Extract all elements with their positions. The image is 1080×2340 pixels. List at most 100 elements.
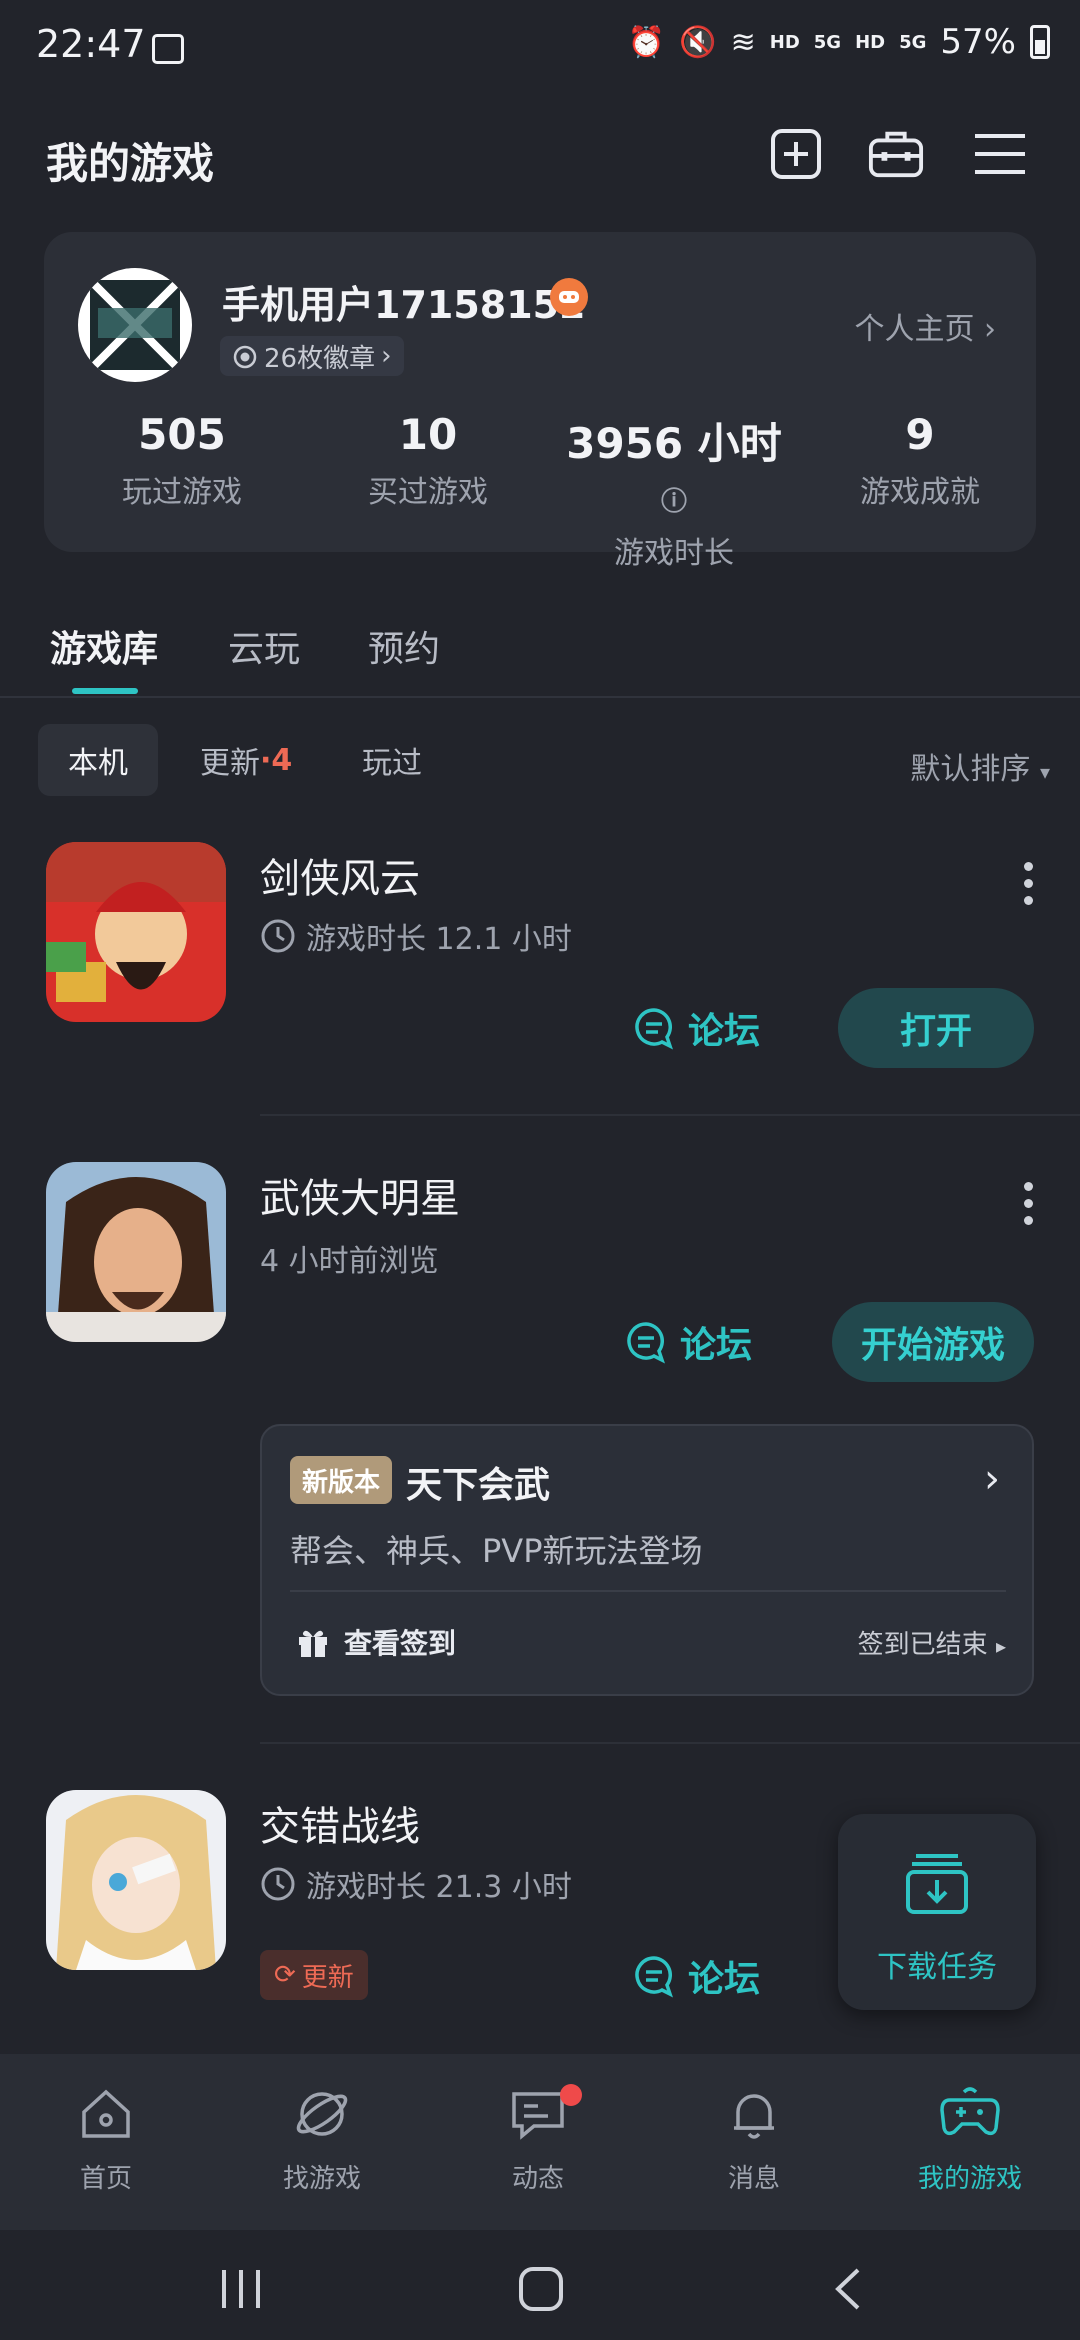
medals-label: 26枚徽章 [264, 343, 376, 374]
caret-right-icon: ▸ [995, 1634, 1006, 1658]
recent-apps-icon[interactable] [218, 2268, 264, 2310]
game-name[interactable]: 武侠大明星 [260, 1166, 460, 1224]
forum-label: 论坛 [680, 1325, 753, 1366]
download-icon [906, 1854, 968, 1914]
more-options-icon[interactable] [1024, 1182, 1034, 1233]
stat-played[interactable]: 505 玩过游戏 [62, 410, 302, 511]
nav-label: 首页 [79, 2164, 132, 2194]
page-title: 我的游戏 [46, 139, 215, 188]
forum-button[interactable]: 论坛 [632, 1950, 760, 2002]
tab-cloud[interactable]: 云玩 [228, 620, 300, 672]
5g-label-1: 5G [813, 31, 842, 53]
add-game-icon[interactable] [768, 126, 824, 182]
game-last-viewed: 4 小时前浏览 [260, 1236, 439, 1280]
stat-label: 买过游戏 [368, 475, 488, 510]
hd-label-2: HD [855, 31, 886, 53]
refresh-icon: ⟳ [274, 1960, 296, 1990]
clock-icon [261, 919, 295, 953]
update-count: ·4 [260, 742, 293, 778]
battery-percent: 57% [940, 22, 1016, 62]
open-game-button[interactable]: 打开 [838, 988, 1034, 1068]
chevron-right-icon: › [984, 312, 996, 347]
stat-bought[interactable]: 10 买过游戏 [308, 410, 548, 511]
nav-label: 我的游戏 [917, 2164, 1022, 2194]
nav-feed[interactable]: 动态 [448, 2084, 628, 2195]
status-time: 22:47 [36, 22, 146, 66]
start-game-button[interactable]: 开始游戏 [832, 1302, 1034, 1382]
tab-indicator [72, 688, 138, 694]
medal-icon [233, 345, 257, 369]
alarm-icon: ⏰ [627, 24, 666, 60]
home-button-icon[interactable] [518, 2266, 564, 2312]
forum-button[interactable]: 论坛 [624, 1316, 752, 1368]
forum-icon [627, 1322, 665, 1364]
wifi-icon: ≋ [730, 24, 756, 60]
nav-messages[interactable]: 消息 [664, 2084, 844, 2195]
gallery-notification-icon [152, 34, 184, 64]
5g-label-2: 5G [899, 31, 927, 53]
game-sub-text: 游戏时长 21.3 小时 [306, 1870, 572, 1905]
stat-value: 505 [138, 410, 226, 459]
forum-icon [635, 1956, 673, 1998]
tab-library[interactable]: 游戏库 [50, 620, 158, 672]
profile-card[interactable]: 手机用户17158152 26枚徽章 › 个人主页 › 505 玩过游戏 10 … [44, 232, 1036, 571]
homepage-link[interactable]: 个人主页 › [854, 304, 996, 348]
forum-button[interactable]: 论坛 [632, 1002, 760, 1054]
gift-icon [299, 1630, 327, 1657]
filter-local[interactable]: 本机 [38, 724, 158, 796]
filter-update-label: 更新 [200, 746, 260, 781]
more-options-icon[interactable] [1024, 862, 1034, 913]
download-tasks-button[interactable]: 下载任务 [838, 1814, 1036, 2010]
filter-update[interactable]: 更新 ·4 [200, 724, 292, 796]
home-icon [82, 2089, 130, 2138]
tabs-divider [0, 696, 1080, 698]
update-label: 更新 [301, 1962, 354, 1993]
menu-icon[interactable] [972, 126, 1028, 182]
medals-button[interactable]: 26枚徽章 › [220, 336, 404, 376]
checkin-status-label: 签到已结束 [857, 1630, 988, 1660]
stat-label: 游戏时长 [614, 536, 734, 571]
game-playtime: 游戏时长 12.1 小时 [260, 914, 572, 958]
nav-label: 找游戏 [282, 2164, 361, 2194]
avatar[interactable] [78, 268, 192, 382]
download-tasks-label: 下载任务 [877, 1950, 997, 1985]
stat-achievements[interactable]: 9 游戏成就 [800, 410, 1040, 511]
stat-playtime[interactable]: 3956 小时 ⓘ 游戏时长 [554, 410, 794, 572]
stat-label: 玩过游戏 [122, 475, 242, 510]
game-playtime: 游戏时长 21.3 小时 [260, 1862, 572, 1906]
game-icon-wuxia[interactable] [46, 1162, 226, 1342]
stat-value: 9 [905, 410, 935, 459]
nav-home[interactable]: 首页 [16, 2084, 196, 2195]
toolbox-icon[interactable] [868, 126, 924, 182]
checkin-label: 查看签到 [344, 1627, 457, 1660]
checkin-button[interactable]: 查看签到 [296, 1622, 456, 1662]
notification-dot [560, 2084, 582, 2106]
game-name[interactable]: 剑侠风云 [260, 846, 420, 904]
nav-find-games[interactable]: 找游戏 [232, 2084, 412, 2195]
tab-reserve[interactable]: 预约 [368, 620, 440, 672]
new-version-tag: 新版本 [290, 1456, 393, 1504]
game-sub-text: 4 小时前浏览 [260, 1244, 439, 1279]
row-divider [260, 1114, 1080, 1116]
status-bar: 22:47 ⏰ 🔇 ≋ HD 5G HD 5G 57% [0, 0, 1080, 100]
info-icon[interactable]: ⓘ [661, 487, 687, 517]
update-badge[interactable]: ⟳ 更新 [260, 1950, 368, 2000]
nav-my-games[interactable]: 我的游戏 [880, 2084, 1060, 2195]
forum-label: 论坛 [688, 1959, 761, 2000]
checkin-status[interactable]: 签到已结束 ▸ [858, 1624, 1006, 1661]
game-icon-jiaocuo[interactable] [46, 1790, 226, 1970]
forum-icon [635, 1008, 673, 1050]
back-icon[interactable] [828, 2266, 868, 2312]
filter-played[interactable]: 玩过 [362, 724, 422, 796]
stat-value: 10 [398, 410, 458, 459]
game-icon-jianxia[interactable] [46, 842, 226, 1022]
status-icons: ⏰ 🔇 ≋ HD 5G HD 5G 57% [628, 22, 1050, 62]
chevron-right-icon[interactable]: › [984, 1456, 1000, 1502]
row-divider [260, 1742, 1080, 1744]
game-sub-text: 游戏时长 12.1 小时 [306, 922, 572, 957]
sort-label: 默认排序 [910, 752, 1031, 787]
game-name[interactable]: 交错战线 [260, 1794, 420, 1852]
mute-icon: 🔇 [679, 24, 717, 60]
event-card[interactable]: 新版本 天下会武 › 帮会、神兵、PVP新玩法登场 查看签到 签到已结束 ▸ [260, 1424, 1034, 1696]
sort-dropdown[interactable]: 默认排序 ▾ [910, 744, 1050, 788]
